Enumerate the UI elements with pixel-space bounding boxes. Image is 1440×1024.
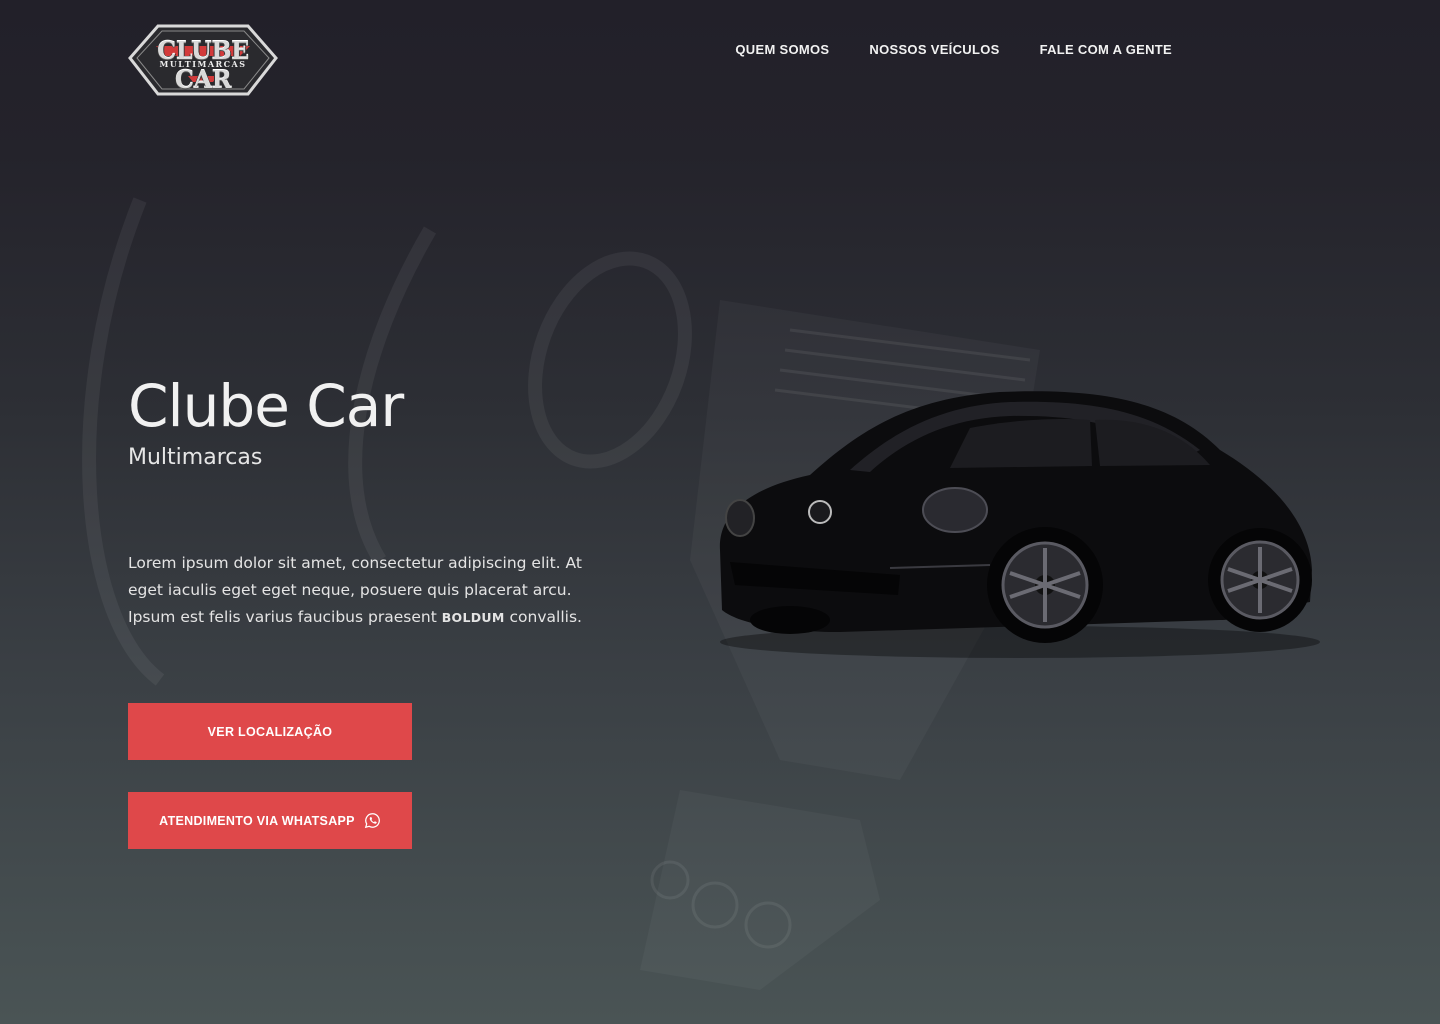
nav-link-fale-com-a-gente[interactable]: FALE COM A GENTE [1040,42,1172,57]
whatsapp-icon [364,812,381,829]
logo-subtitle: MULTIMARCAS [159,59,247,69]
hero-subtitle: Multimarcas [128,445,263,470]
hero-car-image [719,391,1320,658]
nav-link-quem-somos[interactable]: QUEM SOMOS [735,42,829,57]
whatsapp-support-button[interactable]: ATENDIMENTO VIA WHATSAPP [128,792,412,849]
hero-description-end: convallis. [504,608,582,626]
site-header: CLUBE CAR MULTIMARCAS QUEM SOMOS NOSSOS … [0,0,1440,110]
hero-title: Clube Car [128,372,404,440]
nav-link-nossos-veiculos[interactable]: NOSSOS VEÍCULOS [869,42,999,57]
hero-description: Lorem ipsum dolor sit amet, consectetur … [128,550,588,631]
whatsapp-support-label: ATENDIMENTO VIA WHATSAPP [159,813,355,828]
main-nav: QUEM SOMOS NOSSOS VEÍCULOS FALE COM A GE… [735,42,1172,57]
view-location-button[interactable]: VER LOCALIZAÇÃO [128,703,412,760]
hero-description-bold: BOLDUM [441,610,505,625]
view-location-label: VER LOCALIZAÇÃO [207,724,333,739]
brand-logo[interactable]: CLUBE CAR MULTIMARCAS [128,20,278,98]
